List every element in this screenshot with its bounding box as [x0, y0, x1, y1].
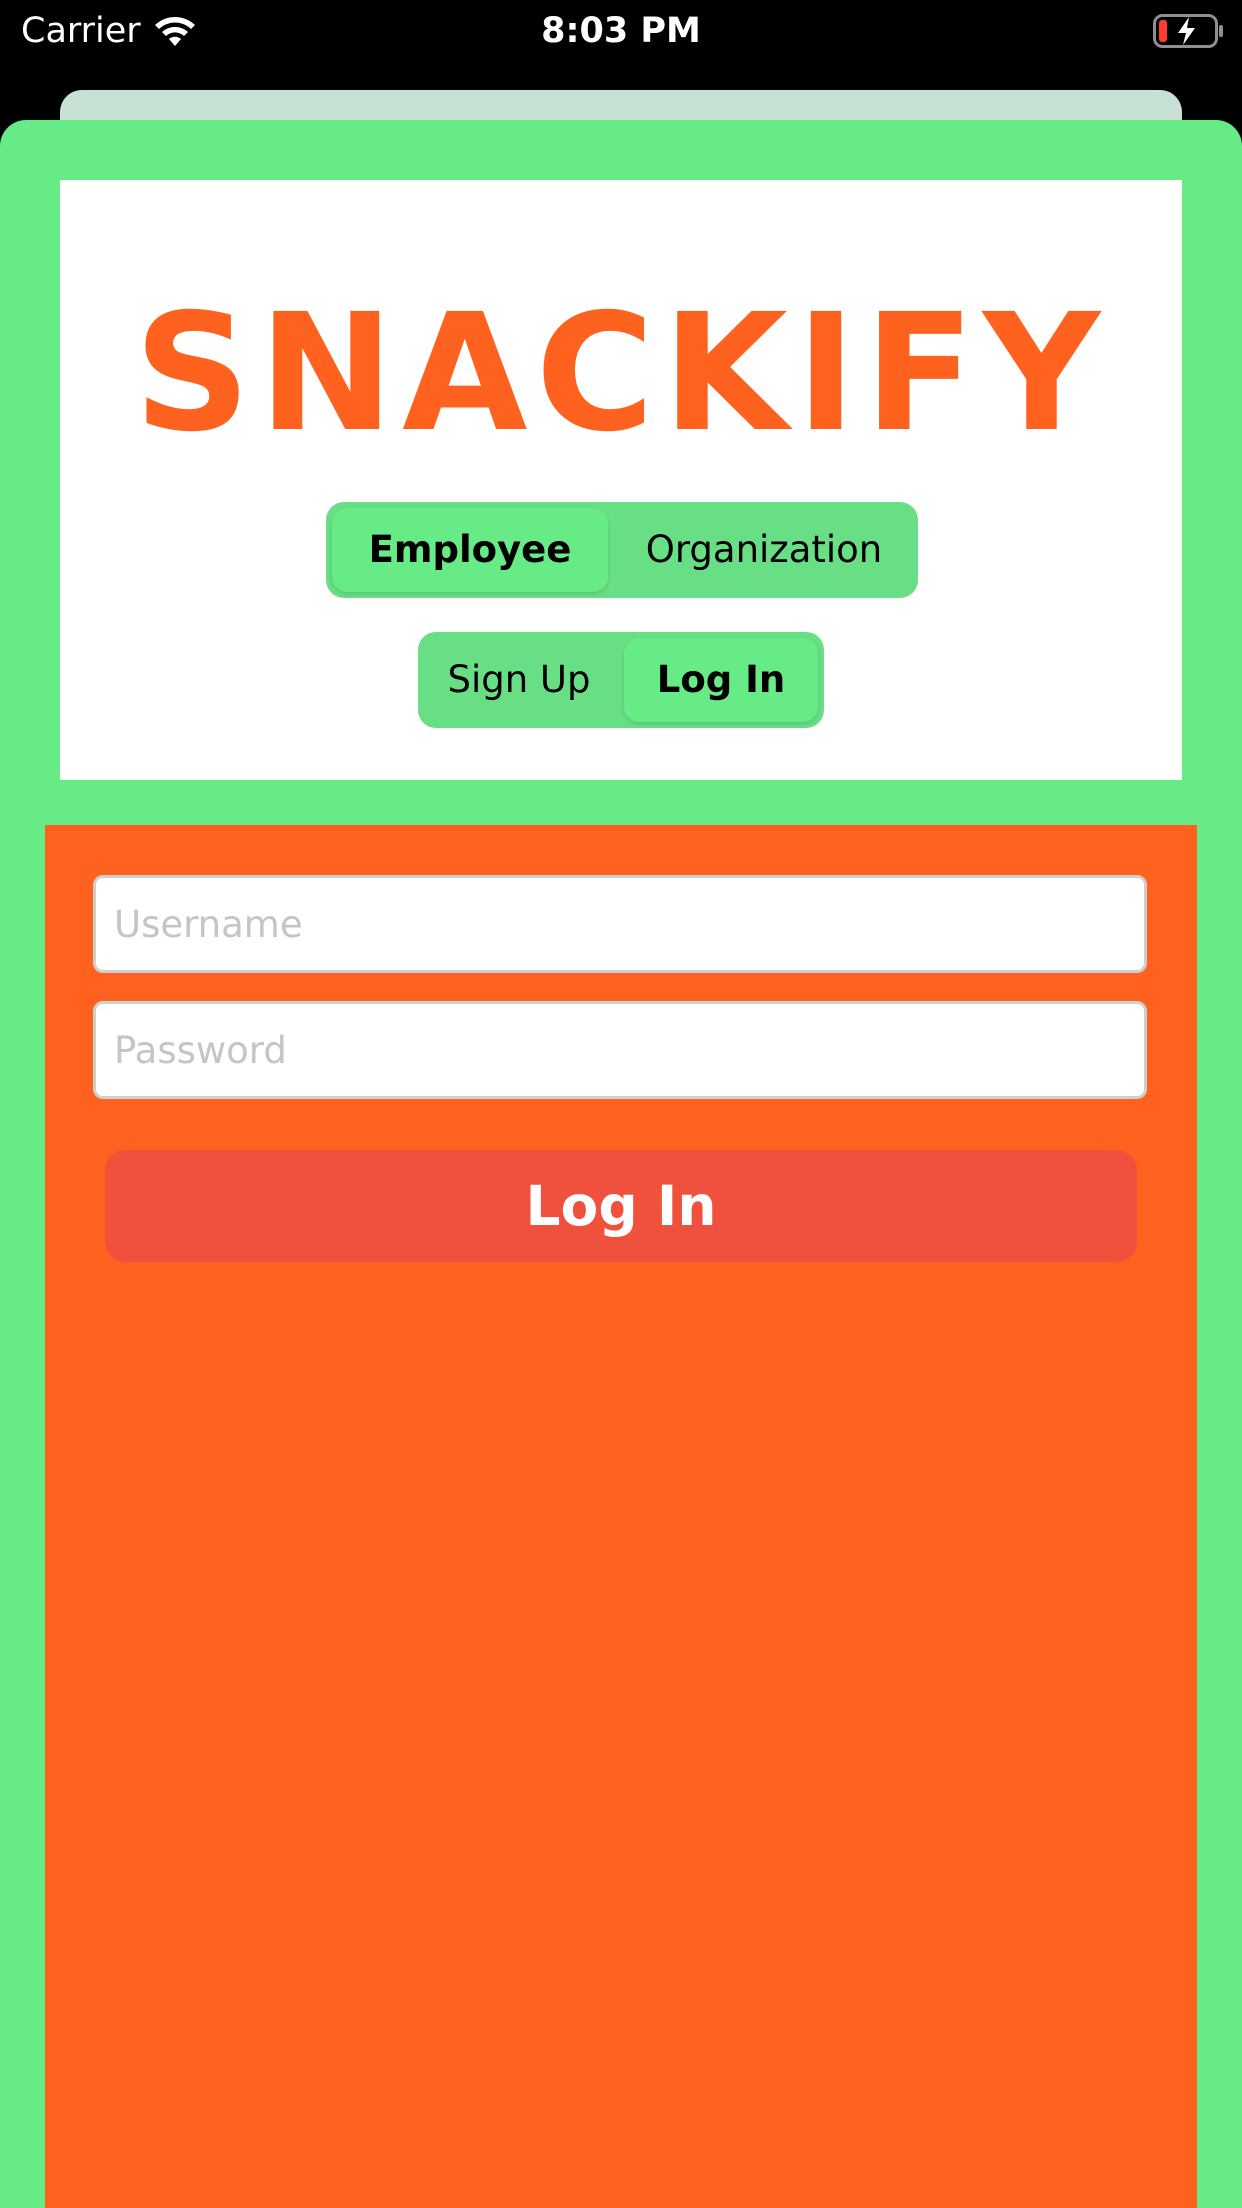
username-input[interactable]: [93, 875, 1147, 973]
segment-log-in[interactable]: Log In: [624, 638, 818, 722]
login-form-panel: Log In: [45, 825, 1197, 2208]
segment-organization[interactable]: Organization: [616, 508, 912, 592]
segment-employee[interactable]: Employee: [332, 508, 608, 592]
role-segmented-control[interactable]: Employee Organization: [326, 502, 918, 598]
battery-charging-icon: [1153, 14, 1223, 48]
app-logo: SNACKIFY: [133, 280, 1109, 468]
mode-segmented-control[interactable]: Sign Up Log In: [418, 632, 824, 728]
segment-sign-up[interactable]: Sign Up: [424, 638, 614, 722]
clock: 8:03 PM: [541, 11, 701, 51]
status-bar: Carrier 8:03 PM: [0, 0, 1242, 62]
password-input[interactable]: [93, 1001, 1147, 1099]
log-in-button[interactable]: Log In: [105, 1150, 1137, 1262]
app-screen: Carrier 8:03 PM SNACKIFY Employee Organi…: [0, 0, 1242, 2208]
header-card: SNACKIFY Employee Organization Sign Up L…: [60, 180, 1182, 780]
